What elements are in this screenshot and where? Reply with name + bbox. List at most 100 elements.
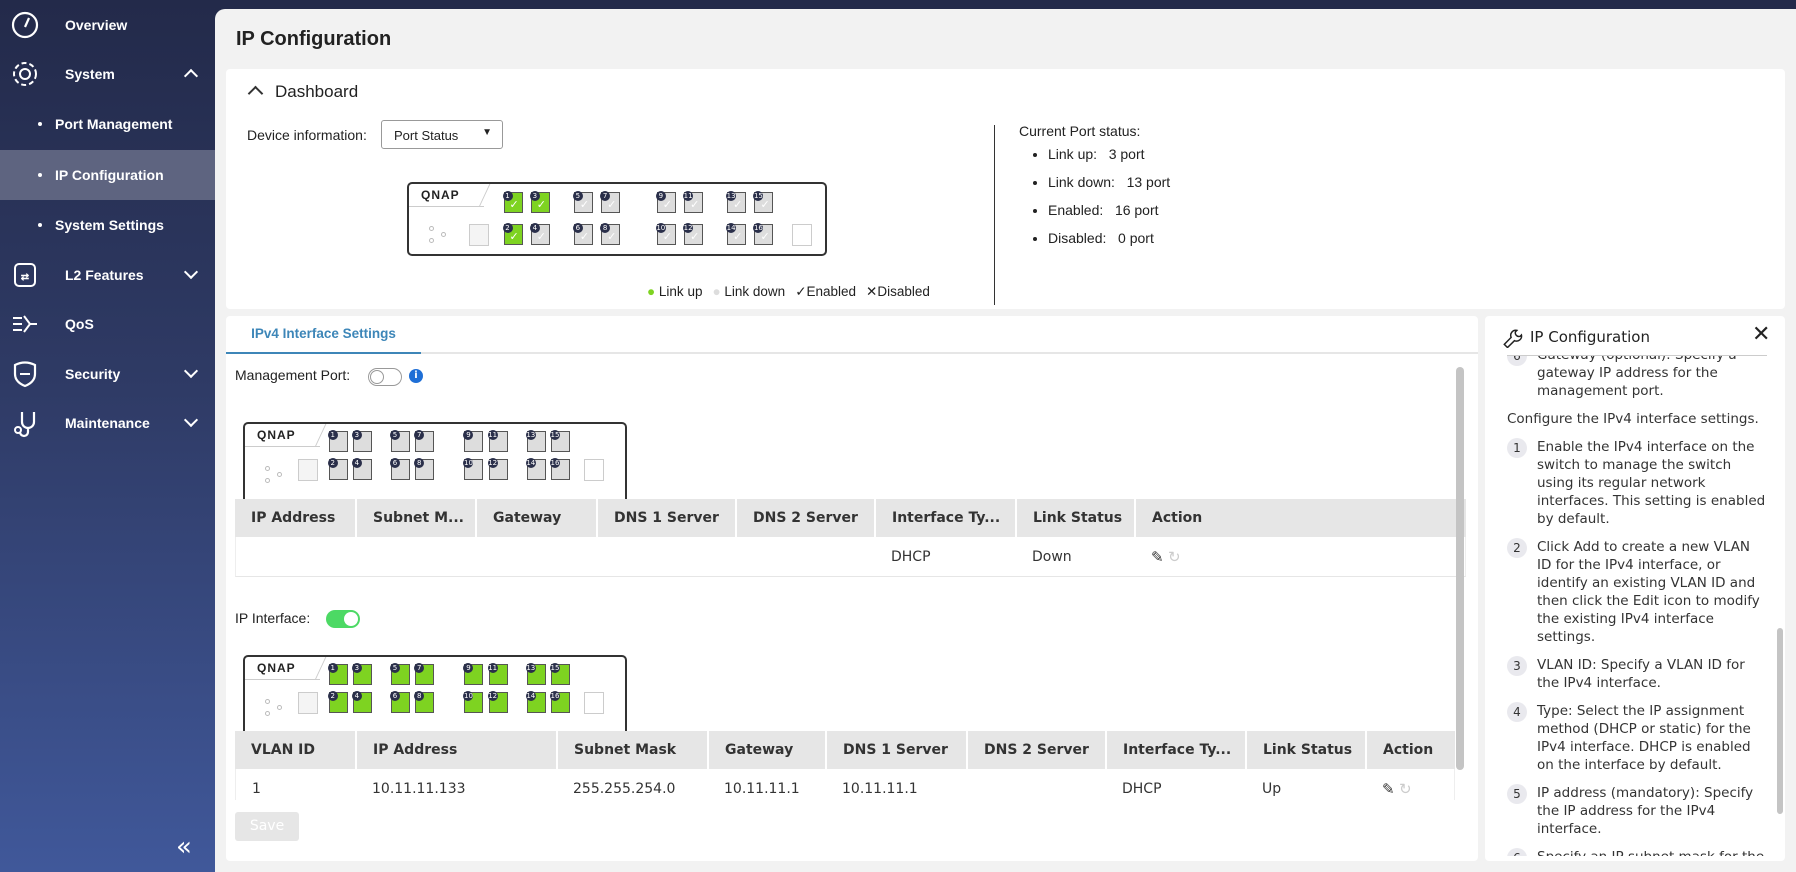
port-5[interactable]: 5 xyxy=(390,430,410,453)
chevron-up-icon xyxy=(247,85,264,102)
port-12[interactable]: 12 xyxy=(487,458,508,481)
column-header[interactable]: DNS 1 Server xyxy=(825,731,966,769)
edit-icon[interactable]: ✎ xyxy=(1151,548,1164,566)
sidebar-item-port-management[interactable]: Port Management xyxy=(0,99,215,149)
qos-icon xyxy=(13,315,37,333)
sidebar-item-qos[interactable]: QoS xyxy=(0,299,215,349)
table-cell: 10.11.11.1 xyxy=(842,780,918,797)
sidebar-item-security[interactable]: Security xyxy=(0,349,215,399)
device-info-select[interactable]: Port Status ▼ xyxy=(381,120,503,149)
management-port-toggle[interactable] xyxy=(368,368,402,386)
port-4[interactable]: 4 xyxy=(351,691,372,714)
column-header[interactable]: DNS 2 Server xyxy=(966,731,1105,769)
port-2[interactable]: 2 ✓ xyxy=(502,222,523,245)
port-1[interactable]: 1 xyxy=(327,663,348,686)
ip-interface-toggle[interactable] xyxy=(326,610,360,628)
port-9[interactable]: 9 xyxy=(463,430,484,453)
refresh-icon[interactable]: ↻ xyxy=(1168,548,1181,566)
help-title: IP Configuration xyxy=(1530,328,1650,346)
port-15[interactable]: 15 ✓ xyxy=(753,191,774,214)
column-header[interactable]: DNS 1 Server xyxy=(596,499,735,537)
dashboard-toggle[interactable]: Dashboard xyxy=(246,81,358,102)
port-10[interactable]: 10 ✓ xyxy=(655,222,676,245)
sidebar-item-l2-features[interactable]: ⇄ L2 Features xyxy=(0,250,215,300)
column-header[interactable]: DNS 2 Server xyxy=(735,499,874,537)
table-cell: Up xyxy=(1262,780,1282,797)
port-9[interactable]: 9 ✓ xyxy=(655,191,676,214)
help-scrollbar[interactable] xyxy=(1777,628,1783,814)
chevron-down-icon[interactable] xyxy=(183,264,199,280)
port-4[interactable]: 4 xyxy=(351,458,372,481)
port-13[interactable]: 13 xyxy=(525,430,546,453)
column-header[interactable]: Link Status xyxy=(1245,731,1365,769)
port-16[interactable]: 16 xyxy=(549,458,570,481)
info-icon[interactable]: i xyxy=(409,369,423,383)
port-7[interactable]: 7 ✓ xyxy=(600,191,621,214)
column-header[interactable]: Interface Ty... xyxy=(874,499,1015,537)
port-15[interactable]: 15 xyxy=(549,663,570,686)
port-8[interactable]: 8 xyxy=(414,458,435,481)
port-13[interactable]: 13 xyxy=(525,663,546,686)
tab-ipv4-interface-settings[interactable]: IPv4 Interface Settings xyxy=(226,316,421,354)
column-header[interactable]: Action xyxy=(1134,499,1235,537)
port-9[interactable]: 9 xyxy=(463,663,484,686)
column-header[interactable]: Gateway xyxy=(475,499,596,537)
edit-icon[interactable]: ✎ xyxy=(1382,780,1395,798)
port-13[interactable]: 13 ✓ xyxy=(726,191,747,214)
column-header[interactable]: Gateway xyxy=(707,731,825,769)
chevron-down-icon[interactable] xyxy=(183,363,199,379)
port-12[interactable]: 12 xyxy=(487,691,508,714)
port-3[interactable]: 3 ✓ xyxy=(529,191,550,214)
column-header[interactable]: IP Address xyxy=(235,499,355,537)
table-header: IP Address Subnet M... Gateway DNS 1 Server… xyxy=(235,499,1466,537)
port-11[interactable]: 11 ✓ xyxy=(683,191,704,214)
port-3[interactable]: 3 xyxy=(351,663,372,686)
port-6[interactable]: 6 ✓ xyxy=(572,222,593,245)
column-header[interactable]: VLAN ID xyxy=(235,731,355,769)
column-header[interactable]: IP Address xyxy=(355,731,556,769)
port-1[interactable]: 1 ✓ xyxy=(502,191,523,214)
refresh-icon[interactable]: ↻ xyxy=(1399,780,1412,798)
port-7[interactable]: 7 xyxy=(414,663,435,686)
port-5[interactable]: 5 ✓ xyxy=(572,191,593,214)
chevron-up-icon[interactable] xyxy=(183,68,199,84)
sidebar-item-system-settings[interactable]: System Settings xyxy=(0,200,215,250)
save-button[interactable]: Save xyxy=(235,812,299,841)
port-4[interactable]: 4 ✓ xyxy=(529,222,550,245)
port-10[interactable]: 10 xyxy=(463,691,484,714)
column-header[interactable]: Interface Ty... xyxy=(1105,731,1245,769)
port-16[interactable]: 16 ✓ xyxy=(753,222,774,245)
port-10[interactable]: 10 xyxy=(463,458,484,481)
port-16[interactable]: 16 xyxy=(549,691,570,714)
port-14[interactable]: 14 xyxy=(525,458,546,481)
close-icon[interactable]: ✕ xyxy=(1752,322,1770,347)
sidebar-item-maintenance[interactable]: Maintenance xyxy=(0,398,215,448)
column-header[interactable]: Subnet M... xyxy=(355,499,475,537)
port-14[interactable]: 14 xyxy=(525,691,546,714)
port-3[interactable]: 3 xyxy=(351,430,372,453)
scrollbar[interactable] xyxy=(1456,367,1464,770)
collapse-sidebar-icon[interactable]: « xyxy=(176,832,192,862)
sidebar-item-ip-configuration[interactable]: IP Configuration xyxy=(0,150,215,200)
port-14[interactable]: 14 ✓ xyxy=(726,222,747,245)
column-header[interactable]: Subnet Mask xyxy=(556,731,707,769)
sidebar-item-system[interactable]: System xyxy=(0,49,215,99)
port-6[interactable]: 6 xyxy=(390,458,410,481)
port-5[interactable]: 5 xyxy=(390,663,410,686)
column-header[interactable]: Link Status xyxy=(1015,499,1134,537)
check-icon: ✓ xyxy=(536,229,547,243)
port-12[interactable]: 12 ✓ xyxy=(683,222,704,245)
port-8[interactable]: 8 ✓ xyxy=(600,222,621,245)
port-1[interactable]: 1 xyxy=(327,430,348,453)
port-7[interactable]: 7 xyxy=(414,430,435,453)
port-15[interactable]: 15 xyxy=(549,430,570,453)
port-11[interactable]: 11 xyxy=(487,663,508,686)
port-2[interactable]: 2 xyxy=(327,458,348,481)
port-6[interactable]: 6 xyxy=(390,691,410,714)
port-11[interactable]: 11 xyxy=(487,430,508,453)
column-header[interactable]: Action xyxy=(1365,731,1455,769)
chevron-down-icon[interactable] xyxy=(183,412,199,428)
sidebar-item-overview[interactable]: Overview xyxy=(0,0,215,50)
port-2[interactable]: 2 xyxy=(327,691,348,714)
port-8[interactable]: 8 xyxy=(414,691,435,714)
